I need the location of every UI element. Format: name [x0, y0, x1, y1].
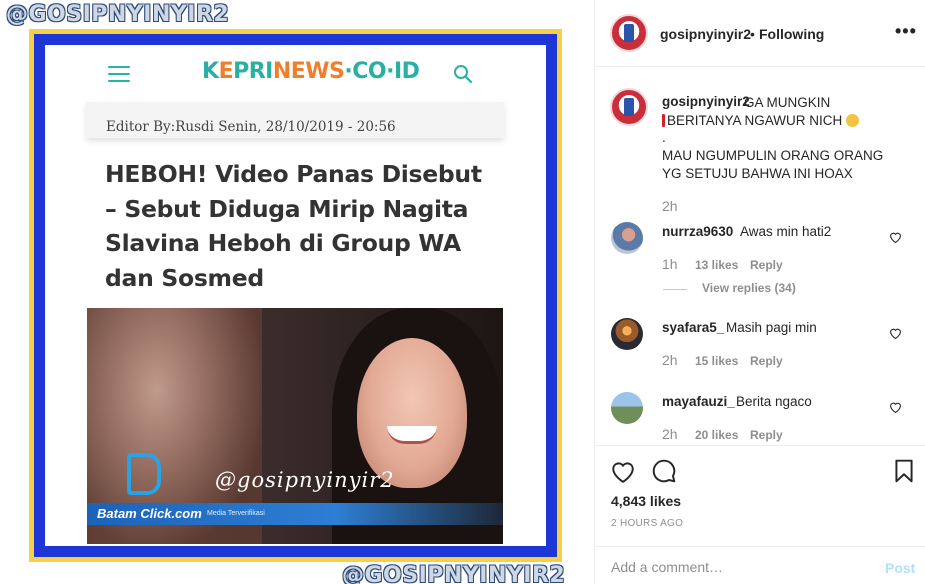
caption-line: GA MUNGKIN [744, 95, 831, 110]
post-header: gosipnyinyir2 • Following ••• [595, 0, 925, 67]
view-replies-button[interactable]: View replies (34) [702, 281, 796, 295]
watermark-bottom: @GOSIPNYINYIR2 [342, 563, 566, 584]
reply-button[interactable]: Reply [750, 428, 783, 442]
reply-button[interactable]: Reply [750, 258, 783, 272]
comments-section[interactable]: gosipnyinyir2 GA MUNGKIN BERITANYA NGAWU… [595, 67, 925, 445]
commenter-avatar[interactable] [611, 392, 643, 424]
article-meta: Editor By:Rusdi Senin, 28/10/2019 - 20:5… [106, 119, 396, 135]
sad-face-icon [846, 114, 860, 127]
caption-line: MAU NGUMPULIN ORANG ORANG [662, 148, 884, 163]
save-icon[interactable] [891, 458, 917, 484]
exclamation-icon [662, 114, 665, 127]
following-button[interactable]: Following [759, 26, 824, 42]
news-card: KEPRINEWS·CO·ID Editor By:Rusdi Senin, 2… [45, 45, 546, 546]
caption-line: YG SETUJU BAHWA INI HOAX [662, 166, 853, 181]
site-logo: KEPRINEWS·CO·ID [202, 59, 420, 84]
comment-text: Awas min hati2 [740, 224, 832, 239]
author-avatar[interactable] [610, 14, 648, 52]
commenter-avatar[interactable] [611, 222, 643, 254]
comment-icon[interactable] [651, 458, 677, 484]
caption-line: . [662, 130, 666, 145]
view-replies-line [663, 289, 687, 290]
comment-text: Berita ngaco [736, 394, 812, 409]
watermark-top: @GOSIPNYINYIR2 [6, 2, 230, 27]
post-image[interactable]: @GOSIPNYINYIR2 KEPRINEWS·CO·ID Editor By… [0, 0, 594, 584]
photo-watermark: @gosipnyinyir2 [215, 468, 395, 492]
post-comment-button[interactable]: Post [885, 560, 915, 576]
comment-composer: Post [595, 546, 925, 584]
reply-button[interactable]: Reply [750, 354, 783, 368]
source-subtitle: Media Terverifikasi [207, 510, 265, 517]
caption-line: BERITANYA NGAWUR NICH [662, 112, 860, 130]
caption-username[interactable]: gosipnyinyir2 [662, 94, 750, 109]
article-photo: @gosipnyinyir2 Batam Click.com Media Ter… [87, 308, 503, 544]
comment-input[interactable] [611, 559, 851, 575]
comment-text: Masih pagi min [726, 320, 817, 335]
comment-username[interactable]: nurrza9630 [662, 224, 733, 239]
comment-time[interactable]: 2h [662, 426, 678, 442]
like-icon[interactable] [610, 458, 636, 484]
comment-likes[interactable]: 15 likes [695, 354, 738, 368]
search-icon [454, 65, 473, 84]
comment-username[interactable]: syafara5_ [662, 320, 724, 335]
source-brand: Batam Click.com [97, 506, 202, 521]
caption-avatar[interactable] [610, 88, 648, 126]
menu-icon [108, 66, 130, 82]
comment-username[interactable]: mayafauzi_ [662, 394, 735, 409]
news-site-header: KEPRINEWS·CO·ID [45, 45, 546, 101]
post-timestamp[interactable]: 2 HOURS AGO [611, 518, 683, 529]
caption-time[interactable]: 2h [662, 198, 678, 214]
more-options-icon[interactable]: ••• [895, 21, 917, 42]
header-separator: • [750, 26, 755, 42]
post-sidebar: gosipnyinyir2 • Following ••• gosipnyiny… [594, 0, 925, 584]
commenter-avatar[interactable] [611, 318, 643, 350]
comment-likes[interactable]: 20 likes [695, 428, 738, 442]
article-headline: HEBOH! Video Panas Disebut – Sebut Didug… [105, 160, 482, 292]
comment-time[interactable]: 1h [662, 256, 678, 272]
batam-logo-icon [127, 453, 161, 495]
comment-likes[interactable]: 13 likes [695, 258, 738, 272]
like-comment-icon[interactable] [889, 401, 902, 413]
comment-time[interactable]: 2h [662, 352, 678, 368]
like-comment-icon[interactable] [889, 231, 902, 243]
like-comment-icon[interactable] [889, 327, 902, 339]
likes-count[interactable]: 4,843 likes [611, 493, 681, 509]
author-username[interactable]: gosipnyinyir2 [660, 26, 751, 42]
